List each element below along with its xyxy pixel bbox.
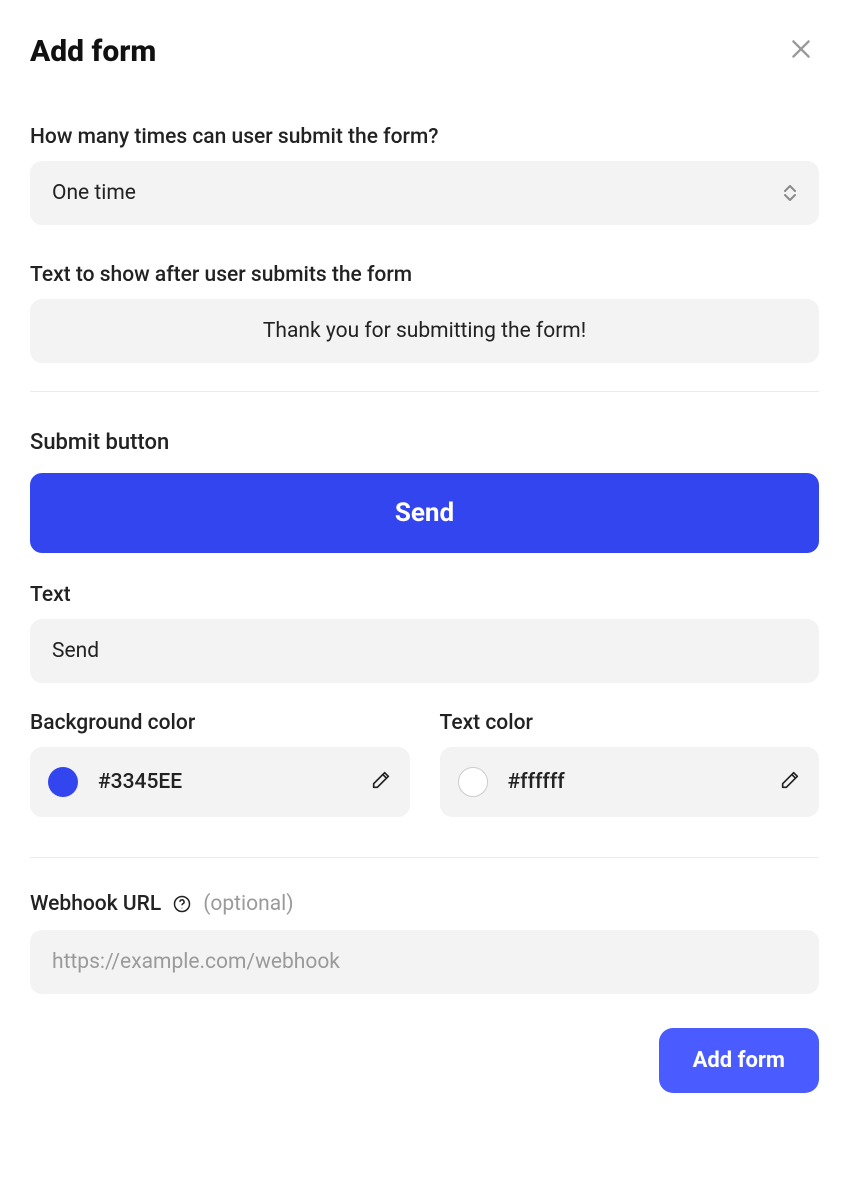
- modal-title: Add form: [30, 34, 156, 69]
- text-color-value: #ffffff: [508, 770, 780, 794]
- webhook-input[interactable]: [30, 930, 819, 994]
- color-row: Background color #3345EE Text color #fff…: [30, 711, 819, 817]
- submission-limit-value: One time: [52, 181, 136, 205]
- text-color-picker[interactable]: #ffffff: [440, 747, 820, 817]
- close-icon: [788, 36, 814, 62]
- thank-you-field: Text to show after user submits the form: [30, 263, 819, 363]
- add-form-button[interactable]: Add form: [659, 1028, 819, 1093]
- submission-limit-select[interactable]: One time: [30, 161, 819, 225]
- submission-limit-field: How many times can user submit the form?…: [30, 125, 819, 225]
- submission-limit-label: How many times can user submit the form?: [30, 125, 819, 149]
- close-button[interactable]: [783, 31, 819, 67]
- select-arrows-icon: [783, 185, 797, 201]
- bg-color-label: Background color: [30, 711, 410, 735]
- text-color-field: Text color #ffffff: [440, 711, 820, 817]
- webhook-label-row: Webhook URL (optional): [30, 892, 819, 916]
- add-form-modal: Add form How many times can user submit …: [0, 0, 849, 1190]
- webhook-optional: (optional): [203, 892, 293, 916]
- modal-header: Add form: [30, 34, 819, 69]
- text-color-swatch: [458, 767, 488, 797]
- modal-footer: Add form: [30, 1028, 819, 1093]
- text-color-label: Text color: [440, 711, 820, 735]
- button-text-field: Text: [30, 583, 819, 683]
- submit-button-preview: Send: [30, 473, 819, 553]
- submit-button-section-label: Submit button: [30, 430, 819, 455]
- button-text-label: Text: [30, 583, 819, 607]
- divider-1: [30, 391, 819, 392]
- bg-color-picker[interactable]: #3345EE: [30, 747, 410, 817]
- bg-color-value: #3345EE: [98, 770, 370, 794]
- thank-you-input[interactable]: [30, 299, 819, 363]
- divider-2: [30, 857, 819, 858]
- pencil-icon: [779, 769, 801, 795]
- bg-color-field: Background color #3345EE: [30, 711, 410, 817]
- thank-you-label: Text to show after user submits the form: [30, 263, 819, 287]
- webhook-label: Webhook URL: [30, 892, 161, 916]
- bg-color-swatch: [48, 767, 78, 797]
- help-icon[interactable]: [171, 893, 193, 915]
- submit-button-preview-label: Send: [395, 498, 454, 528]
- pencil-icon: [370, 769, 392, 795]
- button-text-input[interactable]: [30, 619, 819, 683]
